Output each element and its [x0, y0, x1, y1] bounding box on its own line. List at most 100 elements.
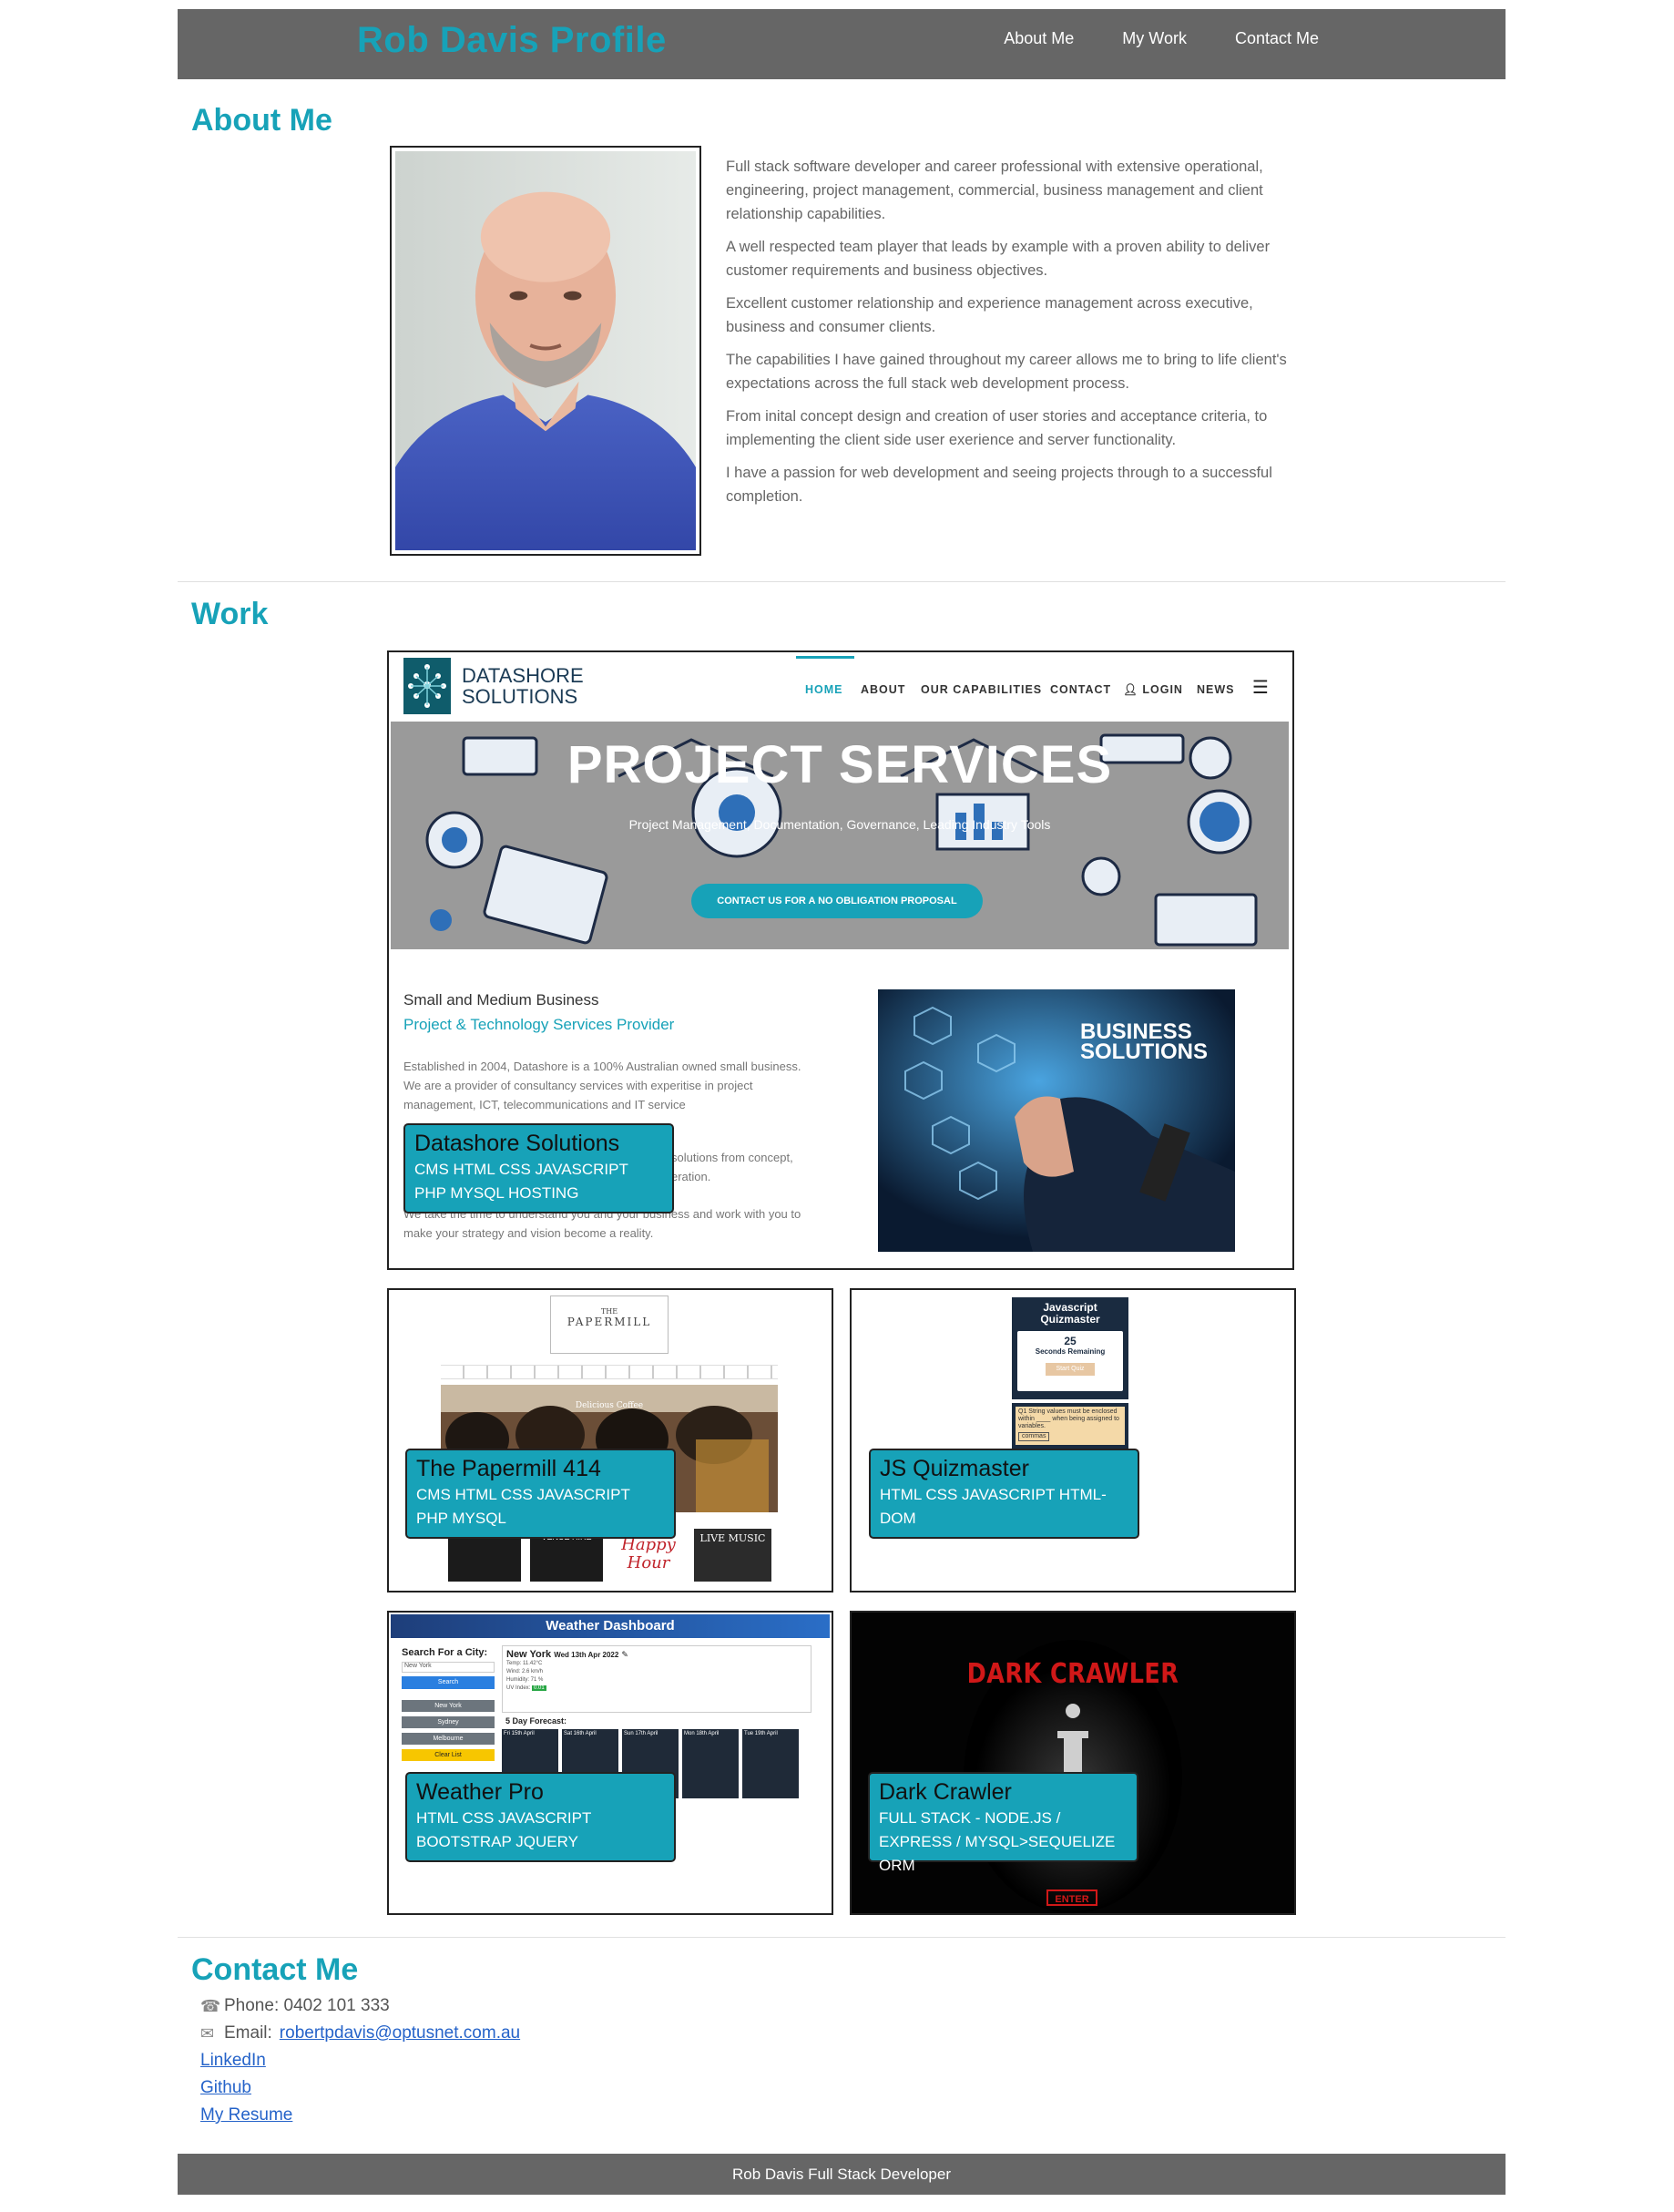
papermill-photo-caption: Delicious Coffee — [575, 1401, 644, 1410]
ds-nav-contact: CONTACT — [1050, 683, 1112, 696]
weather-stat: Temp: 11.42°C — [506, 1661, 543, 1666]
ds-nav-capabilities: OUR CAPABILITIES — [921, 683, 1043, 696]
quiz-start-button: Start Quiz — [1046, 1363, 1095, 1376]
papermill-logo-text: PAPERMILL — [567, 1316, 652, 1328]
logo-line-2: SOLUTIONS — [462, 685, 578, 708]
resume-link[interactable]: My Resume — [200, 2105, 292, 2125]
project-label-papermill[interactable]: The Papermill 414 CMS HTML CSS JAVASCRIP… — [405, 1449, 676, 1539]
project-tech: HTML CSS JAVASCRIPT HTML-DOM — [880, 1486, 1107, 1527]
ds-body-1: Established in 2004, Datashore is a 100%… — [403, 1060, 801, 1111]
header-bar: Rob Davis Profile About Me My Work Conta… — [178, 9, 1506, 79]
logo-line-1: DATASHORE — [462, 664, 584, 687]
weather-stat: UV Index: — [506, 1685, 531, 1691]
papermill-logo: THE PAPERMILL — [550, 1295, 669, 1354]
section-divider — [178, 1937, 1506, 1938]
quiz-question-box: Q1 String values must be enclosed within… — [1016, 1407, 1125, 1445]
about-paragraph: The capabilities I have gained throughou… — [726, 352, 1287, 392]
about-heading: About Me — [191, 103, 332, 138]
project-label-weather[interactable]: Weather Pro HTML CSS JAVASCRIPT BOOTSTRA… — [405, 1772, 676, 1862]
bs-line-2: SOLUTIONS — [1080, 1039, 1209, 1064]
hamburger-icon: ☰ — [1252, 678, 1269, 698]
weather-forecast-label: 5 Day Forecast: — [505, 1716, 567, 1726]
contact-email: ✉ Email: robertpdavis@optusnet.com.au — [200, 2020, 520, 2047]
github-link[interactable]: Github — [200, 2078, 251, 2097]
project-tech: FULL STACK - NODE.JS / EXPRESS / MYSQL>S… — [879, 1809, 1116, 1874]
tile-label: LIVE MUSIC — [699, 1532, 766, 1544]
nav-my-work[interactable]: My Work — [1122, 29, 1187, 48]
nav-about-me[interactable]: About Me — [1004, 29, 1074, 48]
about-paragraph: I have a passion for web development and… — [726, 465, 1272, 505]
ds-nav-about: ABOUT — [861, 683, 906, 696]
user-icon: 👤︎ — [1123, 683, 1138, 696]
project-name: Weather Pro — [416, 1779, 544, 1805]
ds-nav-news: NEWS — [1197, 683, 1235, 696]
brand-title[interactable]: Rob Davis Profile — [357, 20, 667, 61]
ds-body-3: eration. — [671, 1170, 711, 1183]
about-paragraph: Excellent customer relationship and expe… — [726, 295, 1253, 335]
tile-label: Happy Hour — [621, 1535, 676, 1572]
project-name: JS Quizmaster — [880, 1456, 1029, 1481]
crawler-title: DARK CRAWLER — [966, 1658, 1179, 1690]
weather-header: Weather Dashboard — [391, 1614, 830, 1638]
quiz-answer: commas — [1018, 1432, 1050, 1441]
weather-clear: Clear List — [402, 1749, 495, 1761]
project-card-weather[interactable]: Weather Dashboard Search For a City: New… — [387, 1611, 833, 1915]
phone-icon: ☎ — [200, 1997, 221, 2015]
footer: Rob Davis Full Stack Developer — [178, 2154, 1506, 2195]
weather-city: New York — [402, 1700, 495, 1712]
linkedin-link[interactable]: LinkedIn — [200, 2051, 266, 2070]
weather-current-date: Wed 13th Apr 2022 — [554, 1651, 619, 1659]
project-card-papermill[interactable]: THE PAPERMILL Delicious Coffee VENUE HIR… — [387, 1288, 833, 1592]
contact-email-label: Email: — [224, 2023, 272, 2043]
active-nav-indicator — [796, 656, 854, 659]
project-label-dark-crawler[interactable]: Dark Crawler FULL STACK - NODE.JS / EXPR… — [868, 1772, 1138, 1874]
quiz-timer-box: 25 Seconds Remaining Start Quiz — [1017, 1331, 1123, 1391]
project-tech: CMS HTML CSS JAVASCRIPT PHP MYSQL — [416, 1486, 630, 1527]
weather-search-button: Search — [402, 1676, 495, 1689]
project-tech: HTML CSS JAVASCRIPT BOOTSTRAP JQUERY — [416, 1809, 592, 1850]
ds-body-2: solutions from concept, — [671, 1151, 793, 1164]
project-name: The Papermill 414 — [416, 1456, 601, 1481]
weather-stat: Wind: 2.6 km/h — [506, 1669, 544, 1674]
email-link[interactable]: robertpdavis@optusnet.com.au — [280, 2020, 520, 2047]
ds-heading-2: Project & Technology Services Provider — [403, 1016, 675, 1033]
hero-banner: PROJECT SERVICES Project Management, Doc… — [391, 722, 1289, 949]
project-card-datashore[interactable]: DATASHORE SOLUTIONS HOME ABOUT OUR CAPAB… — [387, 650, 1294, 1270]
project-label-quizmaster[interactable]: JS Quizmaster HTML CSS JAVASCRIPT HTML-D… — [869, 1449, 1139, 1539]
weather-city: Sydney — [402, 1716, 495, 1728]
weather-city: Melbourne — [402, 1733, 495, 1745]
papermill-tile: LIVE MUSIC — [694, 1529, 771, 1582]
contact-list: ☎ Phone: 0402 101 333 ✉ Email: robertpda… — [200, 1992, 520, 2129]
about-paragraph: From inital concept design and creation … — [726, 408, 1268, 448]
weather-search-input: New York — [402, 1662, 495, 1673]
weather-stat: Humidity: 71 % — [506, 1677, 544, 1683]
nav-contact-me[interactable]: Contact Me — [1235, 29, 1319, 48]
hero-subtitle: Project Management, Documentation, Gover… — [628, 817, 1051, 832]
about-text: Full stack software developer and career… — [726, 155, 1309, 517]
envelope-icon: ✉ — [200, 2024, 215, 2043]
ds-nav-login-label: LOGIN — [1142, 683, 1183, 696]
hero-title: PROJECT SERVICES — [567, 735, 1113, 794]
quiz-timer: 25 — [1064, 1335, 1077, 1347]
contact-phone: ☎ Phone: 0402 101 333 — [200, 1992, 520, 2020]
project-label-datashore[interactable]: Datashore Solutions CMS HTML CSS JAVASCR… — [403, 1123, 674, 1214]
profile-photo — [390, 146, 701, 556]
about-paragraph: A well respected team player that leads … — [726, 239, 1271, 279]
contact-phone-text: Phone: 0402 101 333 — [224, 1996, 390, 2015]
work-heading: Work — [191, 597, 269, 631]
project-card-quizmaster[interactable]: Javascript Quizmaster 25 Seconds Remaini… — [850, 1288, 1296, 1592]
crawler-enter-button: ENTER — [1046, 1889, 1097, 1906]
ds-heading-1: Small and Medium Business — [403, 991, 599, 1009]
ds-nav-home: HOME — [805, 683, 843, 696]
quiz-question: Q1 String values must be enclosed within… — [1018, 1408, 1119, 1429]
papermill-nav-strip — [441, 1365, 778, 1379]
ds-nav-login: 👤︎ LOGIN — [1123, 683, 1183, 697]
business-solutions-label: BUSINESS SOLUTIONS — [1080, 1021, 1209, 1064]
project-tech: CMS HTML CSS JAVASCRIPT PHP MYSQL HOSTIN… — [414, 1161, 628, 1202]
weather-current: New York Wed 13th Apr 2022 ✎ Temp: 11.42… — [502, 1645, 811, 1713]
hero-contact-button: CONTACT US FOR A NO OBLIGATION PROPOSAL — [691, 884, 983, 918]
project-card-dark-crawler[interactable]: DARK CRAWLER ENTER Dark Crawler FULL STA… — [850, 1611, 1296, 1915]
quiz-timer-label: Seconds Remaining — [1035, 1347, 1106, 1356]
main-nav: About Me My Work Contact Me — [1004, 29, 1319, 48]
forecast-day: Tue 19th April — [742, 1729, 799, 1798]
